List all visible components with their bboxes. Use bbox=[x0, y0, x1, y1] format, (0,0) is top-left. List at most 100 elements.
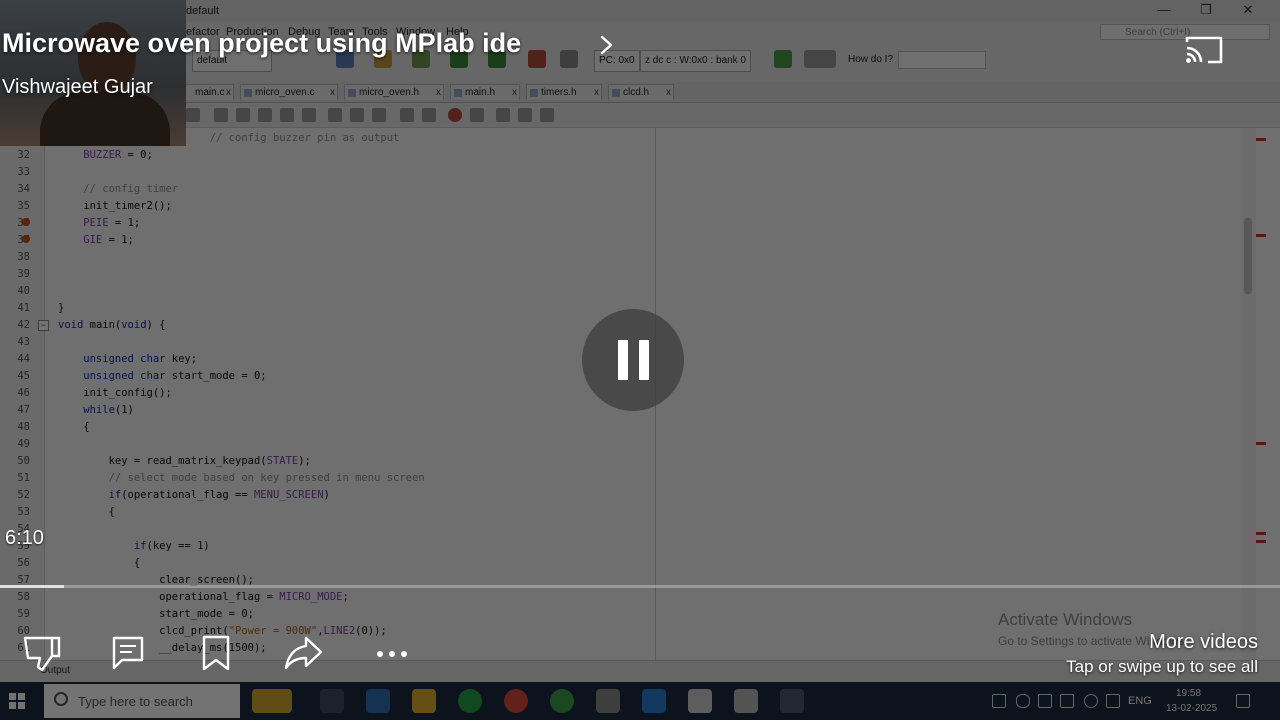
code-line: 37 GIE = 1; bbox=[0, 232, 1280, 249]
code-line: 49 bbox=[0, 436, 1280, 453]
code-token: key = read_matrix_keypad( bbox=[58, 455, 267, 467]
code-text: if(key == 1) bbox=[58, 538, 210, 555]
code-token: main( bbox=[83, 319, 122, 331]
video-player[interactable]: default — ❐ ✕ efactor Production Debug T… bbox=[0, 0, 1280, 720]
code-line: 35 init_timer2(); bbox=[0, 198, 1280, 215]
code-text: unsigned char start_mode = 0; bbox=[58, 368, 267, 385]
code-line: 56 { bbox=[0, 555, 1280, 572]
tab-timers-h: timers.h x bbox=[526, 84, 602, 100]
code-token: { bbox=[58, 421, 90, 433]
code-token: operational_flag = bbox=[58, 591, 280, 603]
dislike-icon[interactable] bbox=[22, 634, 62, 672]
clock-time: 19:58 bbox=[1176, 688, 1202, 699]
bookmark-toggle-icon bbox=[372, 108, 386, 122]
code-text: while(1) bbox=[58, 402, 134, 419]
code-text: if(operational_flag == MENU_SCREEN) bbox=[58, 487, 330, 504]
channel-name[interactable]: Vishwajeet Gujar bbox=[2, 76, 153, 99]
line-number: 51 bbox=[17, 472, 30, 484]
code-token: // select mode based on key pressed in m… bbox=[58, 472, 425, 484]
code-token: = 0; bbox=[121, 149, 153, 161]
breakpoint-gie bbox=[22, 235, 30, 243]
code-token: STATE bbox=[266, 455, 299, 467]
code-token: // config timer bbox=[58, 183, 179, 195]
code-token: BUZZER bbox=[58, 149, 122, 161]
line-number: 32 bbox=[17, 149, 30, 161]
line-number: 34 bbox=[17, 183, 30, 195]
cast-icon[interactable] bbox=[1184, 34, 1224, 66]
code-line: 0; // config buzzer pin as output bbox=[0, 130, 1280, 147]
code-token: init_timer2(); bbox=[58, 200, 172, 212]
activate-windows-title: Activate Windows bbox=[998, 610, 1133, 629]
search-icon bbox=[54, 692, 68, 706]
more-videos-label[interactable]: More videos bbox=[1149, 631, 1258, 654]
line-number: 35 bbox=[17, 200, 30, 212]
forward-icon bbox=[258, 108, 272, 122]
tray-device-icon bbox=[1038, 694, 1052, 708]
code-text: { bbox=[58, 419, 90, 436]
line-number: 44 bbox=[17, 353, 30, 365]
comment-icon[interactable] bbox=[108, 634, 148, 672]
line-number: 33 bbox=[17, 166, 30, 178]
line-number: 48 bbox=[17, 421, 30, 433]
error-marker bbox=[1256, 234, 1266, 237]
chrome-profile-icon bbox=[550, 689, 574, 713]
notification-icon bbox=[1236, 694, 1250, 708]
code-line: 40 bbox=[0, 283, 1280, 300]
mic-icon bbox=[1016, 694, 1030, 708]
line-number: 58 bbox=[17, 591, 30, 603]
status-readout: z dc c : W:0x0 : bank 0 bbox=[640, 50, 751, 72]
bookmark-icon[interactable] bbox=[196, 634, 236, 672]
error-marker bbox=[1256, 138, 1266, 141]
presenter-body bbox=[40, 92, 170, 146]
code-token: { bbox=[58, 506, 115, 518]
line-number: 53 bbox=[17, 506, 30, 518]
cart-icon bbox=[774, 50, 792, 68]
code-token: { bbox=[58, 557, 141, 569]
code-line: 54 bbox=[0, 521, 1280, 538]
breakpoint-peie bbox=[22, 218, 30, 226]
pause-icon bbox=[639, 340, 649, 380]
line-number: 45 bbox=[17, 370, 30, 382]
uncomment-icon bbox=[518, 108, 532, 122]
code-text: GIE = 1; bbox=[58, 232, 134, 249]
code-token: ) bbox=[323, 489, 330, 501]
error-marker bbox=[1256, 540, 1266, 543]
line-number: 42 bbox=[17, 319, 30, 331]
file-explorer-icon bbox=[412, 689, 436, 713]
progress-played bbox=[0, 585, 64, 588]
shift-left-icon bbox=[400, 108, 414, 122]
taskbar-search-placeholder: Type here to search bbox=[78, 694, 193, 709]
code-text: // select mode based on key pressed in m… bbox=[58, 470, 425, 487]
windows-start-icon bbox=[9, 693, 25, 709]
stop-macro-icon bbox=[470, 108, 484, 122]
bookmark-next-icon bbox=[350, 108, 364, 122]
code-line: 50 key = read_matrix_keypad(STATE); bbox=[0, 453, 1280, 470]
line-number: 46 bbox=[17, 387, 30, 399]
code-line: 55 if(key == 1) bbox=[0, 538, 1280, 555]
more-horizontal-icon[interactable] bbox=[372, 634, 412, 672]
comment-icon bbox=[496, 108, 510, 122]
progress-track[interactable] bbox=[0, 585, 1280, 588]
how-do-i-input bbox=[898, 51, 986, 69]
chrome-icon bbox=[504, 689, 528, 713]
toggle-icon bbox=[804, 50, 836, 68]
toggle-highlight-icon bbox=[302, 108, 316, 122]
ide-window-title: default bbox=[186, 5, 220, 17]
video-title[interactable]: Microwave oven project using MPlab ide bbox=[2, 28, 521, 59]
network-icon bbox=[1084, 694, 1098, 708]
code-token: unsigned char bbox=[58, 370, 166, 382]
code-text: unsigned char key; bbox=[58, 351, 197, 368]
code-text: start_mode = 0; bbox=[58, 606, 254, 623]
pause-button[interactable] bbox=[582, 309, 684, 411]
shift-right-icon bbox=[422, 108, 436, 122]
editor-scroll-thumb bbox=[1244, 218, 1252, 294]
code-token: MICRO_MODE bbox=[279, 591, 343, 603]
tab-micro-oven-c: micro_oven.c x bbox=[240, 84, 338, 100]
hold-icon bbox=[560, 50, 578, 68]
code-token: LINE2 bbox=[323, 625, 356, 637]
code-token: start_mode = 0; bbox=[165, 370, 267, 382]
share-icon[interactable] bbox=[284, 634, 324, 672]
chevron-right-icon[interactable] bbox=[598, 35, 614, 55]
tab-main-c: main.c x bbox=[180, 84, 234, 100]
back-icon bbox=[236, 108, 250, 122]
